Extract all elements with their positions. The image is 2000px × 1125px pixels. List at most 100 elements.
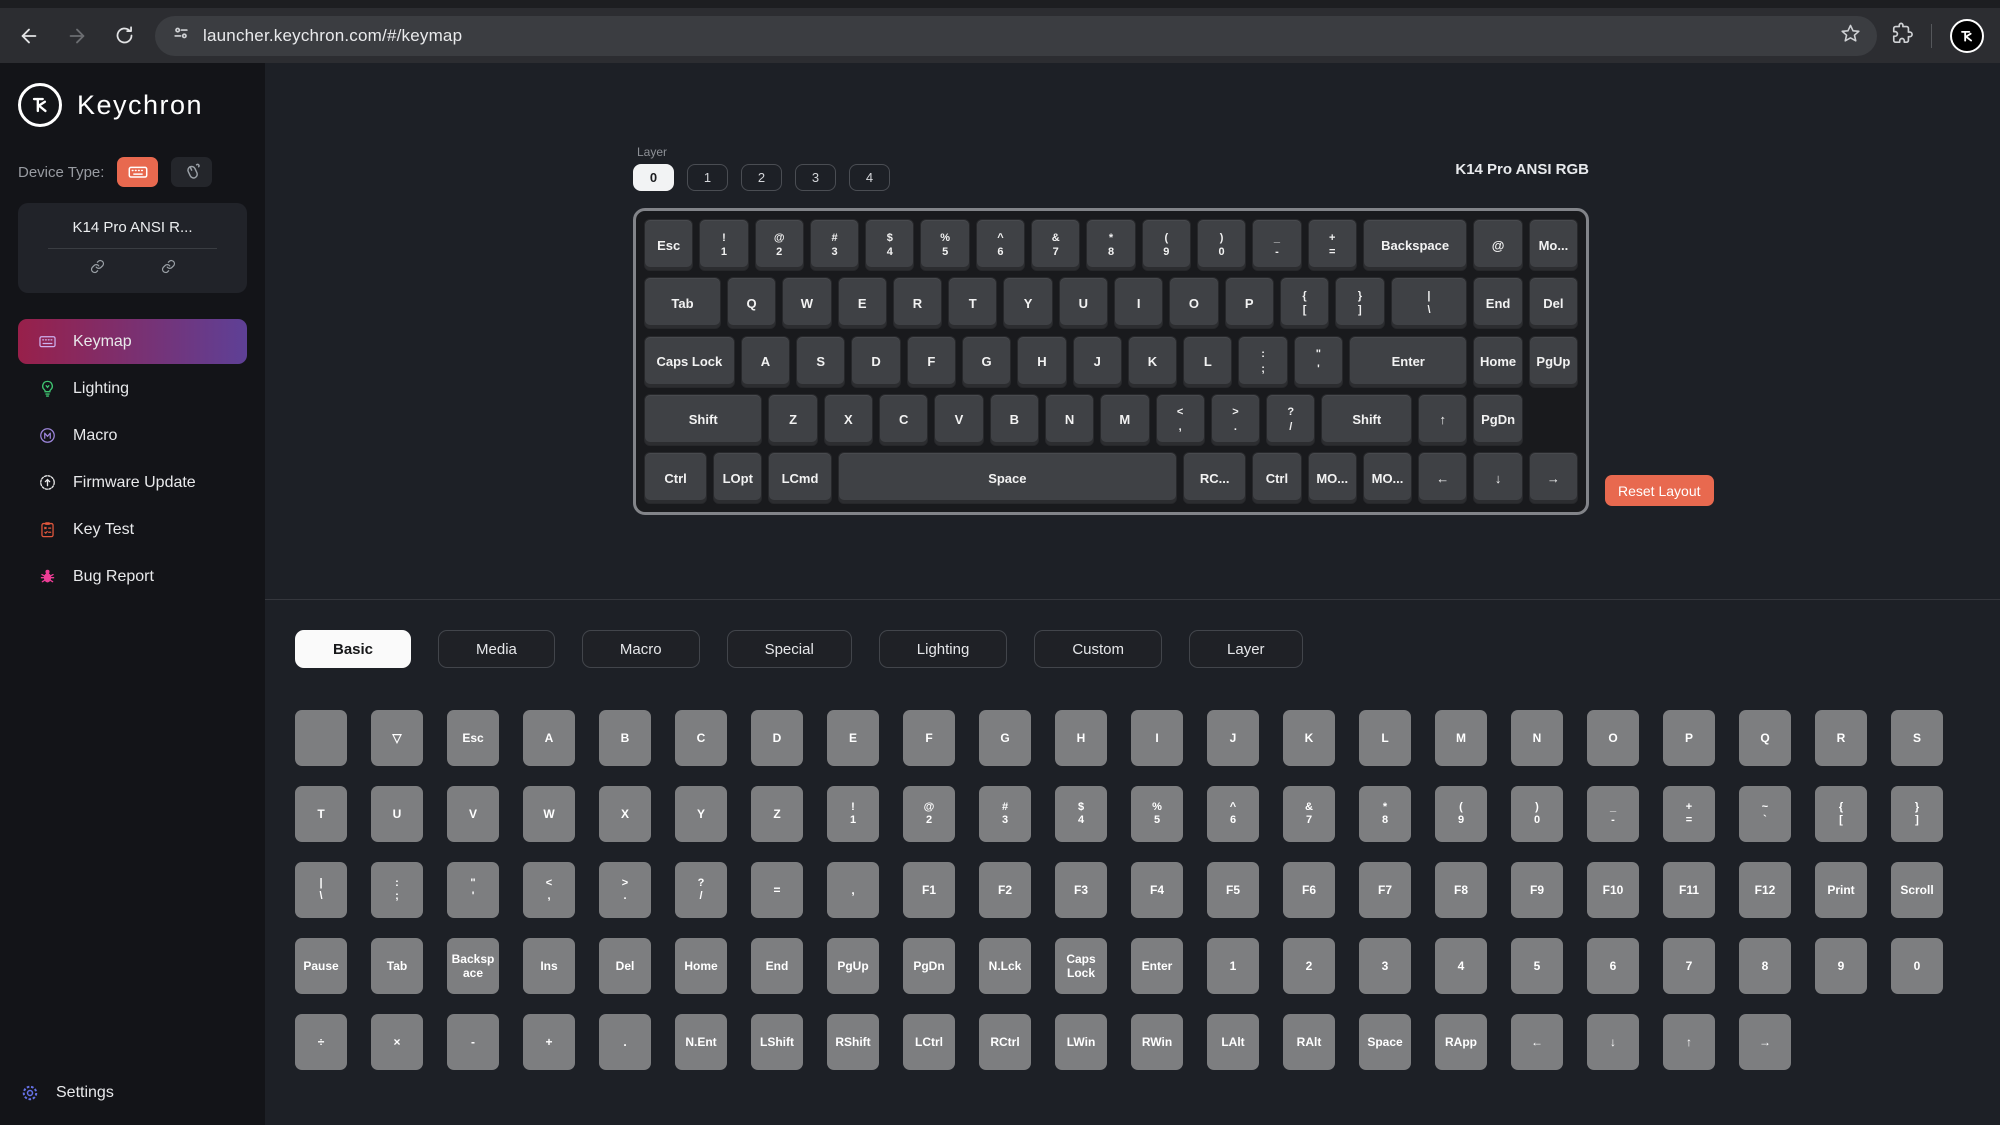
link-icon[interactable] [90,259,105,279]
key-blank[interactable] [295,710,347,766]
key-7[interactable]: 7 [1663,938,1715,994]
key-lopt[interactable]: LOpt [713,452,763,504]
key-7[interactable]: & 7 [1031,219,1081,271]
key-m[interactable]: M [1100,393,1150,446]
key-8[interactable]: 8 [1739,938,1791,994]
key-f2[interactable]: F2 [979,862,1031,918]
key-a[interactable]: A [523,710,575,766]
key-1[interactable]: ! 1 [827,786,879,842]
key-s[interactable]: S [796,335,846,388]
key-caps-lock[interactable]: Caps Lock [1055,938,1107,994]
key-blank[interactable]: }] [1335,277,1385,330]
key-h[interactable]: H [1055,710,1107,766]
key-8[interactable]: * 8 [1086,219,1136,271]
key-l[interactable]: L [1183,335,1233,388]
tab-media[interactable]: Media [438,630,555,668]
key-n-ent[interactable]: N.Ent [675,1014,727,1070]
key-9[interactable]: (9 [1435,786,1487,842]
key-blank[interactable]: <, [1155,393,1205,446]
key-f6[interactable]: F6 [1283,862,1335,918]
key-blank[interactable]: ↓ [1587,1014,1639,1070]
reset-layout-button[interactable]: Reset Layout [1605,475,1714,506]
key-f[interactable]: F [906,335,956,388]
tab-basic[interactable]: Basic [295,630,412,668]
key-6[interactable]: ^ 6 [1207,786,1259,842]
url-text[interactable]: launcher.keychron.com/#/keymap [203,26,462,46]
tab-lighting[interactable]: Lighting [878,630,1008,668]
key-0[interactable]: ) 0 [1196,219,1247,271]
sidebar-item-settings[interactable]: Settings [20,1083,114,1103]
sidebar-item-keymap[interactable]: Keymap [18,319,247,364]
key-e[interactable]: E [837,277,887,330]
key-ctrl[interactable]: Ctrl [644,452,708,504]
key-s[interactable]: S [1891,710,1943,766]
key-blank[interactable]: {[ [1279,277,1330,330]
key-c[interactable]: C [879,393,929,446]
key-f1[interactable]: F1 [903,862,955,918]
key-f11[interactable]: F11 [1663,862,1715,918]
key-backspace[interactable]: Backspace [447,938,499,994]
link-icon[interactable] [161,259,176,279]
key-p[interactable]: P [1224,277,1274,330]
key-rapp[interactable]: RApp [1435,1014,1487,1070]
tab-macro[interactable]: Macro [581,630,700,668]
key-5[interactable]: % 5 [1131,786,1183,842]
key-blank[interactable]: }] [1891,786,1943,842]
key-blank[interactable]: ↓ [1473,452,1523,504]
key-pause[interactable]: Pause [295,938,347,994]
key-q[interactable]: Q [1739,710,1791,766]
key-blank[interactable]: >. [1210,393,1261,446]
site-info-icon[interactable] [171,23,191,48]
key-9[interactable]: (9 [1141,219,1191,271]
key-d[interactable]: D [751,710,803,766]
tab-special[interactable]: Special [726,630,852,668]
key-blank[interactable]: :; [371,862,423,918]
key-rshift[interactable]: RShift [827,1014,879,1070]
key-4[interactable]: $4 [865,219,915,271]
key-blank[interactable]: " ' [447,862,499,918]
key-end[interactable]: End [1473,277,1523,330]
key-0[interactable]: 0 [1891,938,1943,994]
key-space[interactable]: Space [837,452,1178,504]
key-t[interactable]: T [948,277,998,330]
key-blank[interactable]: ↑ [1418,393,1468,446]
key-esc[interactable]: Esc [447,710,499,766]
key-b[interactable]: B [599,710,651,766]
key-blank[interactable]: × [371,1014,423,1070]
device-card[interactable]: K14 Pro ANSI R... [18,203,247,293]
key-blank[interactable]: | \ [295,862,347,918]
key-6[interactable]: 6 [1587,938,1639,994]
key-v[interactable]: V [447,786,499,842]
key-1[interactable]: ! 1 [699,219,749,271]
key-j[interactable]: J [1072,335,1122,388]
key-print[interactable]: Print [1815,862,1867,918]
key-i[interactable]: I [1131,710,1183,766]
key-blank[interactable]: {[ [1815,786,1867,842]
key-backspace[interactable]: Backspace [1362,219,1468,271]
extensions-icon[interactable] [1891,22,1913,49]
key-shift[interactable]: Shift [644,393,763,446]
key-blank[interactable]: = [751,862,803,918]
key-lshift[interactable]: LShift [751,1014,803,1070]
sidebar-item-bug-report[interactable]: Bug Report [18,554,247,599]
key-blank[interactable]: ? / [1266,393,1316,446]
key-blank[interactable]: + [523,1014,575,1070]
key-blank[interactable]: <, [523,862,575,918]
back-icon[interactable] [18,25,40,47]
key-blank[interactable]: @ [1473,219,1523,271]
key-lalt[interactable]: LAlt [1207,1014,1259,1070]
key-a[interactable]: A [740,335,791,388]
key-x[interactable]: X [823,393,874,446]
key-ctrl[interactable]: Ctrl [1252,452,1302,504]
profile-avatar[interactable] [1950,18,1984,53]
key-f9[interactable]: F9 [1511,862,1563,918]
key-m[interactable]: M [1435,710,1487,766]
key-blank[interactable]: ← [1418,452,1468,504]
key-f7[interactable]: F7 [1359,862,1411,918]
key-pgup[interactable]: PgUp [827,938,879,994]
key-f4[interactable]: F4 [1131,862,1183,918]
key-y[interactable]: Y [675,786,727,842]
key-f5[interactable]: F5 [1207,862,1259,918]
sidebar-item-key-test[interactable]: Key Test [18,507,247,552]
tab-layer[interactable]: Layer [1189,630,1303,668]
